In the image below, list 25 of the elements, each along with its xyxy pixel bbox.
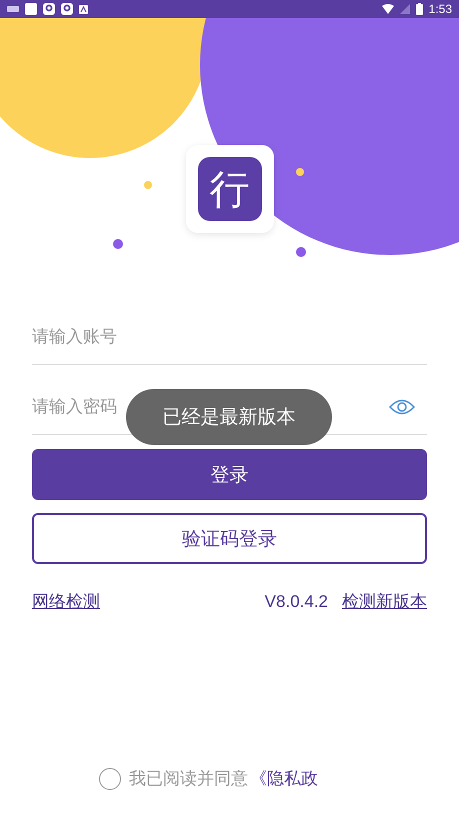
battery-icon	[416, 3, 423, 15]
update-toast: 已经是最新版本	[126, 389, 332, 445]
check-update-link[interactable]: 检测新版本	[342, 590, 427, 613]
app-icon	[25, 3, 37, 15]
decorative-dot	[296, 168, 304, 176]
clock-time: 1:53	[428, 2, 452, 16]
keyboard-icon	[7, 6, 19, 12]
agreement-text: 我已阅读并同意	[129, 768, 248, 790]
account-field[interactable]: 请输入账号	[32, 309, 134, 364]
app-icon	[79, 4, 88, 14]
app-logo: 行	[198, 157, 262, 221]
version-text: V8.0.4.2	[264, 592, 328, 612]
app-icon	[61, 3, 73, 15]
signal-icon	[400, 4, 410, 14]
eye-icon[interactable]	[389, 398, 415, 414]
decorative-dot	[296, 247, 306, 257]
decorative-dot	[113, 239, 123, 249]
code-login-button[interactable]: 验证码登录	[32, 513, 427, 564]
decorative-dot	[144, 181, 152, 189]
agree-checkbox[interactable]	[99, 768, 121, 790]
login-button[interactable]: 登录	[32, 449, 427, 500]
wifi-icon	[382, 4, 394, 14]
privacy-policy-link[interactable]: 《隐私政	[250, 767, 318, 790]
network-check-link[interactable]: 网络检测	[32, 590, 100, 613]
app-icon	[43, 3, 55, 15]
